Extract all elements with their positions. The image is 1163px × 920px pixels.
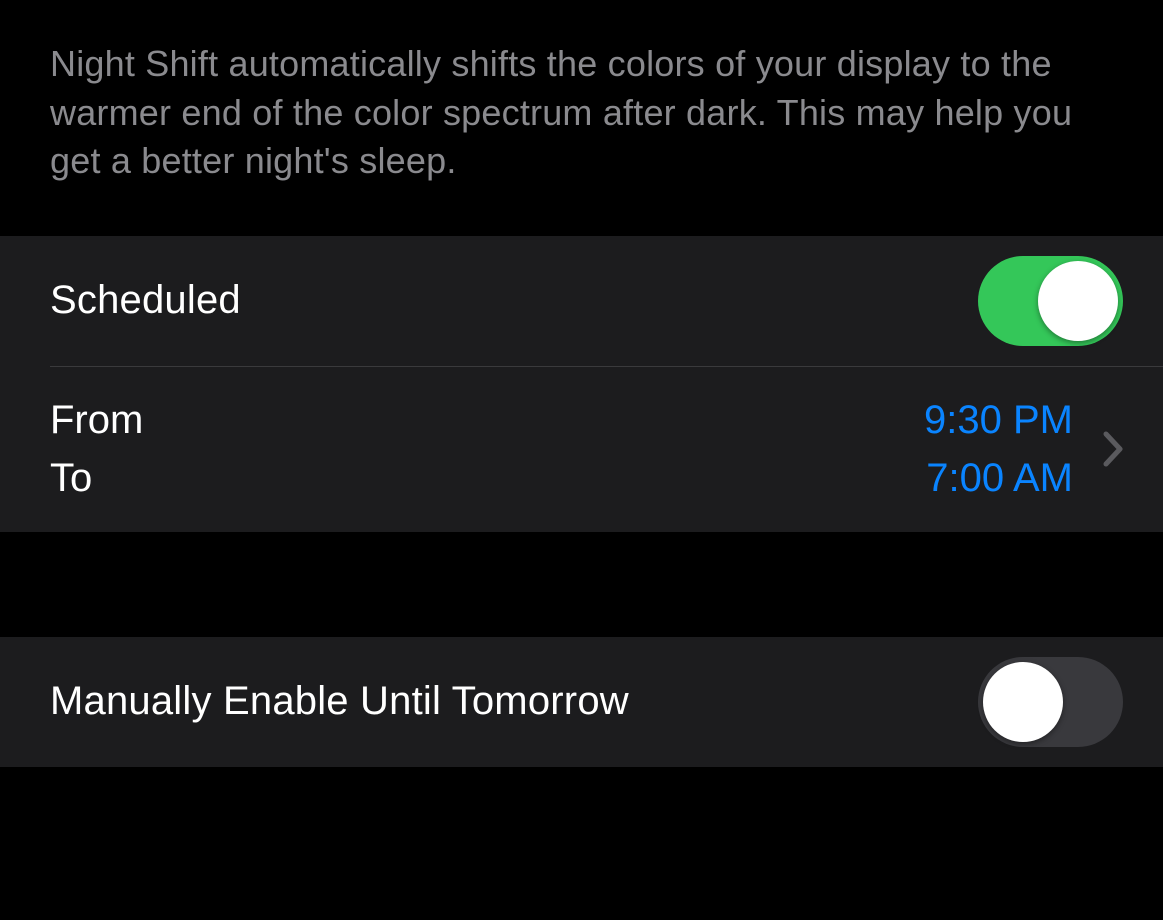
toggle-knob bbox=[983, 662, 1063, 742]
schedule-labels: From To bbox=[50, 396, 143, 502]
manual-enable-label: Manually Enable Until Tomorrow bbox=[50, 679, 629, 724]
section-spacer bbox=[0, 532, 1163, 637]
schedule-time-row[interactable]: From To 9:30 PM 7:00 AM bbox=[0, 367, 1163, 532]
from-label: From bbox=[50, 396, 143, 444]
chevron-right-icon bbox=[1103, 431, 1123, 467]
scheduled-label: Scheduled bbox=[50, 278, 241, 323]
manual-group: Manually Enable Until Tomorrow bbox=[0, 637, 1163, 767]
manual-enable-toggle[interactable] bbox=[978, 657, 1123, 747]
toggle-knob bbox=[1038, 261, 1118, 341]
to-label: To bbox=[50, 454, 143, 502]
scheduled-row[interactable]: Scheduled bbox=[0, 236, 1163, 366]
schedule-group: Scheduled From To 9:30 PM 7:00 AM bbox=[0, 236, 1163, 532]
scheduled-toggle[interactable] bbox=[978, 256, 1123, 346]
schedule-values: 9:30 PM 7:00 AM bbox=[924, 396, 1073, 502]
to-value: 7:00 AM bbox=[924, 454, 1073, 502]
from-value: 9:30 PM bbox=[924, 396, 1073, 444]
night-shift-description: Night Shift automatically shifts the col… bbox=[0, 0, 1163, 236]
manual-enable-row[interactable]: Manually Enable Until Tomorrow bbox=[0, 637, 1163, 767]
